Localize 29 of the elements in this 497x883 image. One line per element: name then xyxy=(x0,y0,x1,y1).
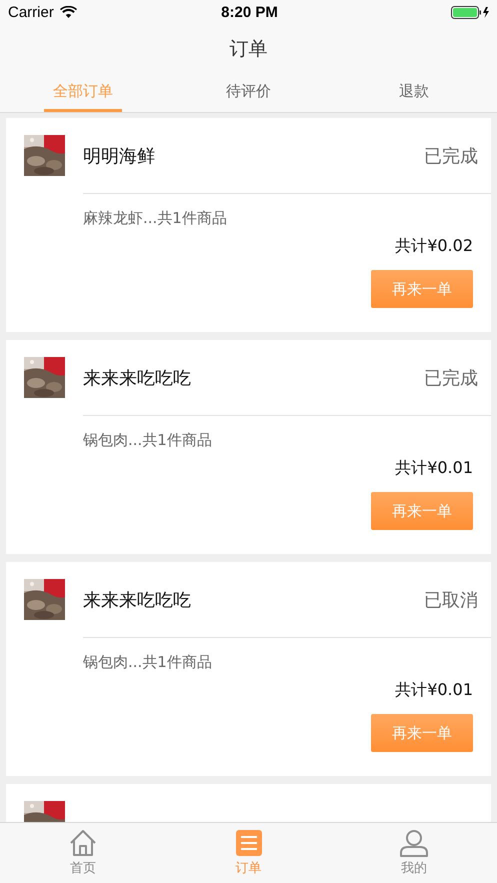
reorder-button[interactable]: 再来一单 xyxy=(371,714,473,752)
tab-bar-label[interactable]: 我的 xyxy=(401,859,428,877)
reorder-button[interactable]: 再来一单 xyxy=(371,270,473,308)
shop-name: 明明海鲜 xyxy=(83,145,156,168)
order-status: 已取消 xyxy=(424,589,478,612)
order-total: 共计¥0.01 xyxy=(395,458,473,479)
carrier-name: Carrier xyxy=(8,4,54,20)
order-tab[interactable]: 全部订单 xyxy=(44,74,122,112)
shop-name: 来来来吃吃吃 xyxy=(83,367,192,390)
clock-time: 8:20 PM xyxy=(221,4,278,20)
order-summary: 麻辣龙虾...共1件商品 xyxy=(83,209,228,228)
profile-icon xyxy=(400,829,428,857)
order-status: 已完成 xyxy=(424,367,478,390)
order-summary: 锅包肉...共1件商品 xyxy=(83,431,213,450)
battery-icon xyxy=(450,6,491,18)
order-summary: 锅包肉...共1件商品 xyxy=(83,653,213,672)
list-icon xyxy=(234,829,262,857)
order-total: 共计¥0.02 xyxy=(395,236,473,257)
wifi-icon xyxy=(60,6,77,18)
order-tab[interactable]: 待评价 xyxy=(210,74,288,112)
tab-bar-label[interactable]: 订单 xyxy=(236,859,262,877)
tab-bar-label[interactable]: 首页 xyxy=(70,859,96,877)
reorder-button[interactable]: 再来一单 xyxy=(371,492,473,530)
home-icon xyxy=(68,829,97,857)
order-tab[interactable]: 退款 xyxy=(375,74,454,112)
shop-name: 来来来吃吃吃 xyxy=(83,589,192,612)
order-total: 共计¥0.01 xyxy=(395,680,473,701)
order-status: 已完成 xyxy=(424,145,478,168)
page-title: 订单 xyxy=(230,37,268,62)
